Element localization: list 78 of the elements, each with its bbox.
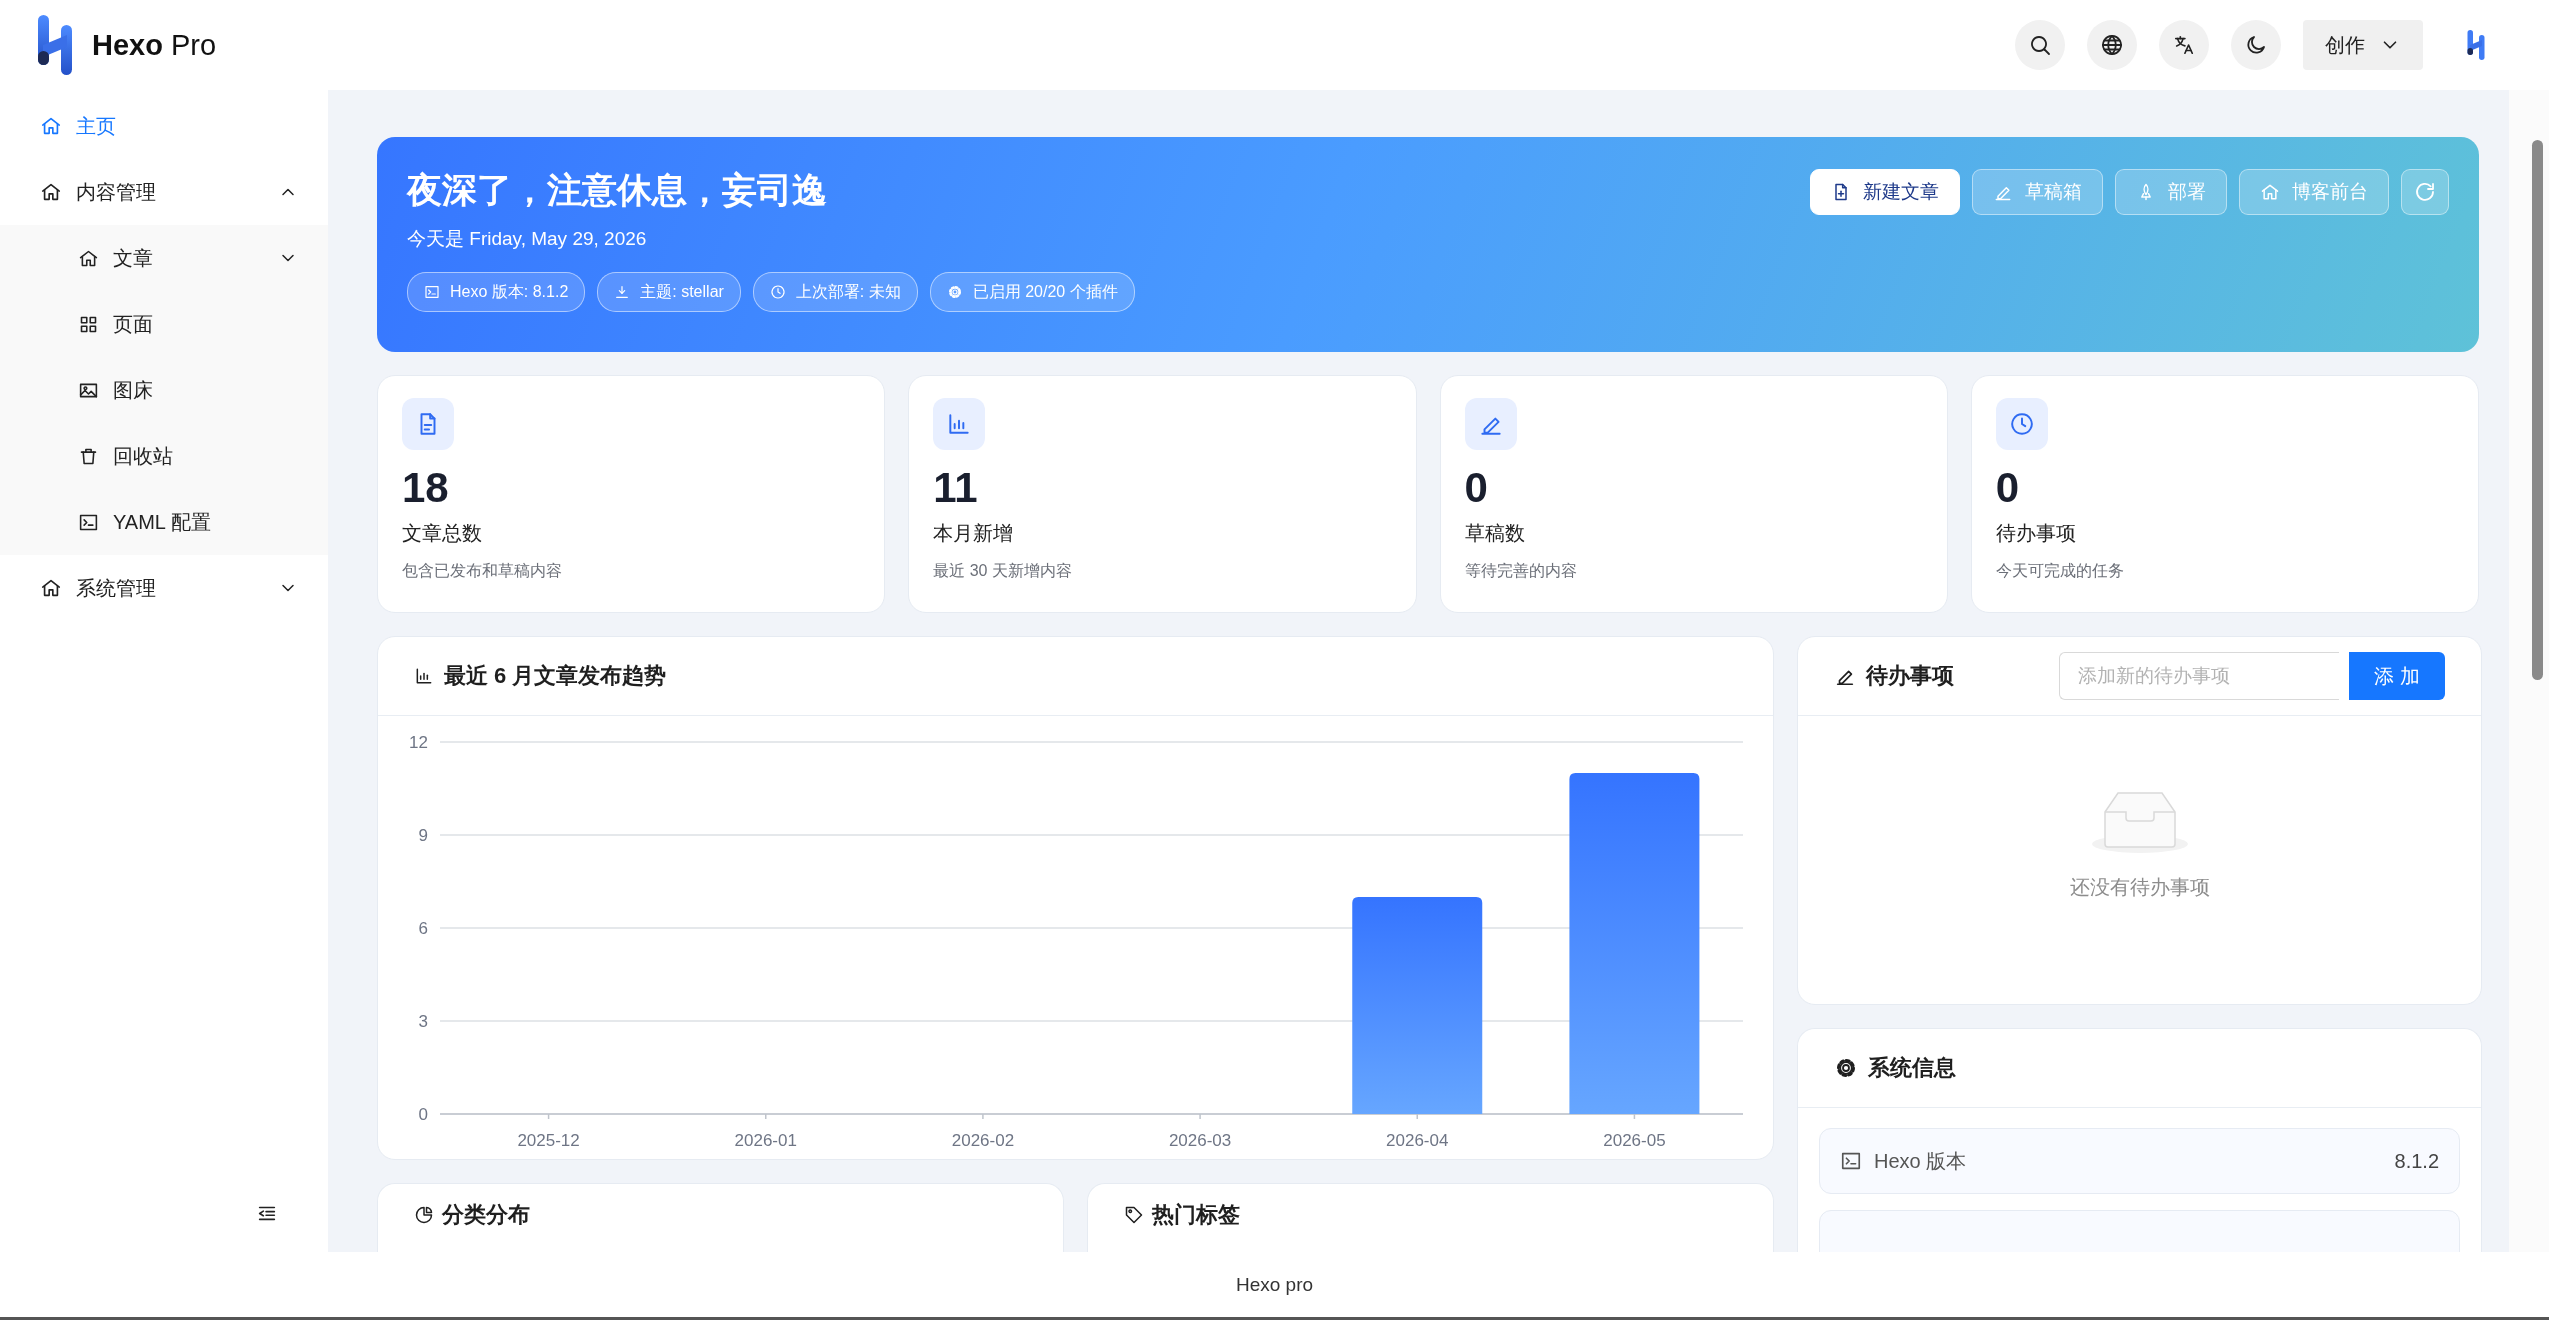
sidebar-item[interactable]: 页面: [0, 291, 328, 357]
create-menu-button[interactable]: 创作: [2303, 20, 2423, 70]
logo-icon: [38, 15, 72, 75]
house-icon: [40, 181, 62, 203]
card-title: 分类分布: [442, 1201, 530, 1229]
stat-value: 0: [1995, 464, 2020, 512]
pill-text: 主题: stellar: [640, 281, 724, 302]
sidebar-item[interactable]: 图床: [0, 357, 328, 423]
greeting-title: 夜深了，注意休息，妄司逸: [407, 169, 828, 211]
house-icon: [2260, 182, 2280, 202]
translate-button[interactable]: [2159, 20, 2209, 70]
stat-value: 0: [1464, 464, 1488, 512]
app-title: Hexo Pro: [92, 28, 217, 62]
moon-icon: [2244, 33, 2268, 57]
y-axis-label: 0: [418, 1105, 428, 1124]
terminal-icon: [1840, 1150, 1862, 1172]
clock-icon: [769, 284, 786, 300]
card-title: 待办事项: [1866, 662, 1954, 690]
sidebar-item[interactable]: 系统管理: [0, 555, 328, 621]
stat-note: 等待完善的内容: [1464, 561, 1577, 581]
tag-icon: [1124, 1205, 1144, 1225]
stat-note: 今天可完成的任务: [1995, 561, 2124, 581]
sidebar-item[interactable]: YAML 配置: [0, 489, 328, 555]
x-axis-label: 2026-03: [1168, 1131, 1232, 1150]
sidebar-item[interactable]: 内容管理: [0, 159, 328, 225]
settings-icon: [946, 284, 963, 300]
stat-value: 11: [933, 464, 978, 512]
search-button[interactable]: [2015, 20, 2065, 70]
add-button[interactable]: 添 加: [2349, 652, 2445, 700]
pill-text: 已启用 20/20 个插件: [972, 281, 1118, 302]
stat-note: 最近 30 天新增内容: [933, 561, 1072, 581]
language-button[interactable]: [2087, 20, 2137, 70]
y-axis-label: 12: [409, 733, 428, 752]
y-axis-label: 9: [418, 826, 428, 845]
download-icon: [614, 284, 631, 300]
clock-icon: [2008, 411, 2035, 437]
stat-label: 待办事项: [1995, 521, 2076, 546]
action-button[interactable]: 新建文章: [1810, 169, 1960, 215]
info-value: 8.1.2: [2394, 1149, 2439, 1173]
terminal-icon: [424, 284, 440, 300]
x-axis-label: 2026-01: [734, 1131, 797, 1150]
scrollbar[interactable]: [2509, 90, 2549, 1252]
bar-chart-icon: [414, 666, 434, 686]
stat-value: 18: [402, 464, 449, 512]
stat-label: 草稿数: [1464, 521, 1525, 546]
footer-text: Hexo pro: [1235, 1273, 1314, 1296]
pie-chart-icon: [414, 1205, 434, 1225]
y-axis-label: 6: [418, 919, 428, 938]
stat-label: 本月新增: [933, 521, 1014, 546]
card-title: 系统信息: [1868, 1054, 1956, 1082]
dark-mode-button[interactable]: [2231, 20, 2281, 70]
card-title: 最近 6 月文章发布趋势: [444, 662, 667, 690]
x-axis-label: 2025-12: [517, 1131, 580, 1150]
globe-icon: [2100, 33, 2124, 57]
pill-text: 上次部署: 未知: [795, 281, 901, 302]
stat-note: 包含已发布和草稿内容: [402, 561, 562, 581]
todo-input-field[interactable]: 添加新的待办事项: [2059, 652, 2339, 700]
sidebar-item[interactable]: 回收站: [0, 423, 328, 489]
y-axis-label: 3: [418, 1012, 428, 1031]
pill-text: Hexo 版本: 8.1.2: [450, 281, 569, 302]
house-icon: [40, 577, 62, 599]
settings-icon: [1834, 1056, 1858, 1080]
search-icon: [2028, 33, 2052, 57]
stat-label: 文章总数: [402, 521, 482, 546]
empty-state-text: 还没有待办事项: [2069, 874, 2210, 900]
date-text: 今天是 Friday, May 29, 2026: [407, 227, 648, 251]
card-title: 热门标签: [1152, 1201, 1240, 1229]
scrollbar-thumb[interactable]: [2532, 140, 2543, 680]
x-axis-label: 2026-04: [1386, 1131, 1449, 1150]
translate-icon: [2173, 34, 2195, 56]
house-icon: [40, 115, 62, 137]
refresh-icon: [2413, 180, 2437, 204]
sidebar-item[interactable]: 主页: [0, 93, 328, 159]
x-axis-label: 2026-05: [1603, 1131, 1666, 1150]
x-axis-label: 2026-02: [951, 1131, 1015, 1150]
sidebar-item[interactable]: 文章: [0, 225, 328, 291]
info-label: Hexo 版本: [1874, 1148, 1967, 1174]
empty-inbox-icon: [2089, 791, 2190, 854]
